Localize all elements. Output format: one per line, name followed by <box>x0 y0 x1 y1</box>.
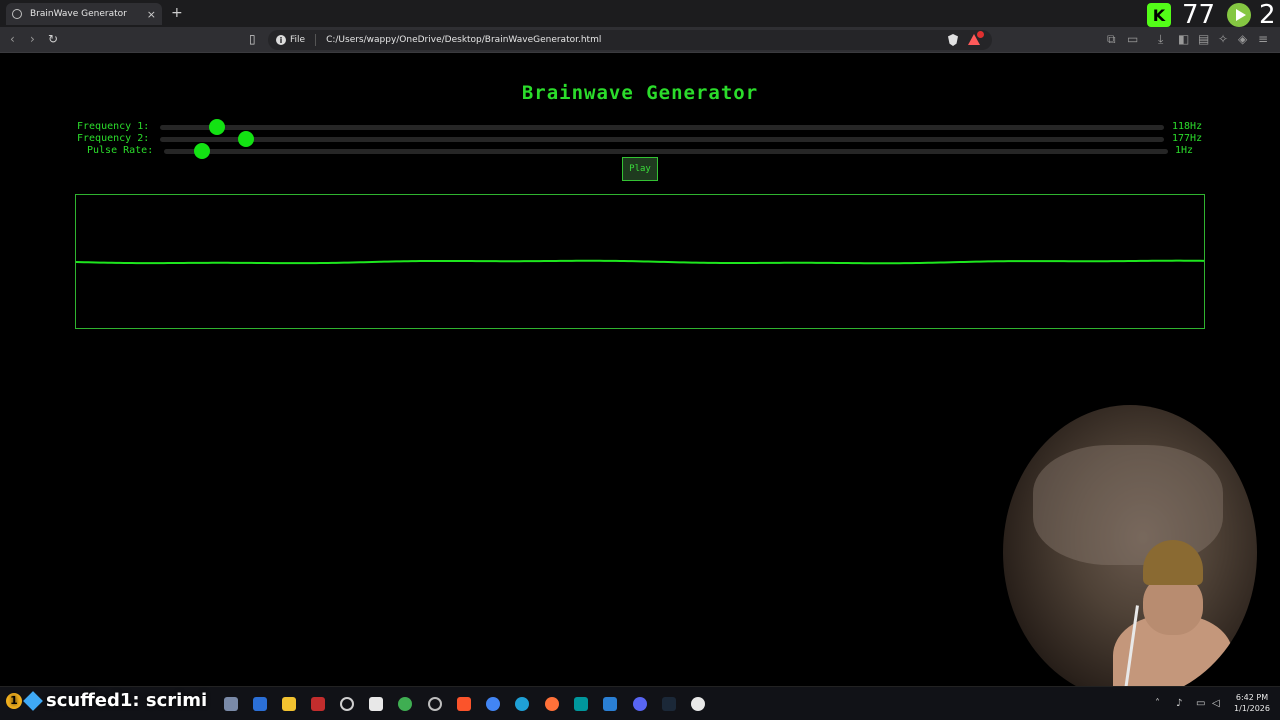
taskbar-app-icon[interactable] <box>253 697 267 711</box>
frequency-2-row: Frequency 2: 177Hz <box>0 131 1280 147</box>
taskbar-app-icon[interactable] <box>224 697 238 711</box>
frequency-1-label: Frequency 1: <box>77 121 150 132</box>
menu-icon[interactable]: ≡ <box>1258 32 1268 46</box>
webcam-background <box>1033 445 1223 565</box>
pulse-rate-label: Pulse Rate: <box>87 145 154 156</box>
downloads-icon[interactable]: ⤓ <box>1158 32 1163 47</box>
tray-overflow-icon[interactable]: ˄ <box>1155 698 1160 709</box>
stream-overlay-text: scuffed1: scrimi <box>46 690 208 711</box>
page-content: Brainwave Generator Frequency 1: 118Hz Fre… <box>0 54 1280 700</box>
kick-viewer-count: 77 <box>1182 0 1216 30</box>
page-title: Brainwave Generator <box>521 82 759 104</box>
frequency-2-slider[interactable] <box>160 131 1164 147</box>
kick-logo-icon: K <box>1147 3 1171 27</box>
back-icon[interactable]: ‹ <box>10 32 15 46</box>
shields-icon[interactable] <box>948 34 958 46</box>
clock-date: 1/1/2026 <box>1234 704 1270 713</box>
rumble-viewer-count: 2 <box>1259 0 1276 30</box>
stream-overlay-name: 1 scuffed1: scrimi <box>6 690 207 711</box>
taskbar-app-icon[interactable] <box>398 697 412 711</box>
firefox-icon[interactable] <box>545 697 559 711</box>
new-tab-button[interactable]: + <box>171 5 183 21</box>
bookmark-icon[interactable]: ▯ <box>249 32 256 46</box>
browser-tab-strip: BrainWave Generator × + K 77 2 <box>0 0 1280 30</box>
leo-ai-icon[interactable]: ✧ <box>1218 32 1228 46</box>
browser-toolbar: ‹ › ↻ ▯ i File C:/Users/wappy/OneDrive/D… <box>0 27 1280 53</box>
taskbar-app-icon[interactable] <box>691 697 705 711</box>
pulse-rate-value: 1Hz <box>1175 145 1194 156</box>
vscode-icon[interactable] <box>603 697 617 711</box>
url-path: C:/Users/wappy/OneDrive/Desktop/BrainWav… <box>326 35 602 45</box>
system-clock[interactable]: 6:42 PM 1/1/2026 <box>1228 692 1276 714</box>
browser-tab[interactable]: BrainWave Generator × <box>6 3 162 25</box>
steam-icon[interactable] <box>662 697 676 711</box>
taskbar-app-icon[interactable] <box>428 697 442 711</box>
microphone-icon[interactable]: ♪ <box>1176 698 1182 709</box>
pulse-rate-slider[interactable] <box>164 143 1168 159</box>
vpn-icon[interactable]: ◈ <box>1238 32 1247 46</box>
forward-icon[interactable]: › <box>30 32 35 46</box>
taskbar: 1 scuffed1: scrimi ˄ ♪ ▭ ◁ 6:42 PM 1/1/2… <box>0 686 1280 720</box>
rumble-logo-icon <box>1227 3 1251 27</box>
frequency-1-slider[interactable] <box>160 119 1164 135</box>
extensions-icon[interactable]: ⧉ <box>1107 32 1116 47</box>
wallet-icon[interactable]: ▭ <box>1127 32 1138 46</box>
taskbar-app-icon[interactable] <box>311 697 325 711</box>
frequency-1-row: Frequency 1: 118Hz <box>0 119 1280 135</box>
wallet-card-icon[interactable]: ▤ <box>1198 32 1209 46</box>
url-divider <box>315 34 317 46</box>
frequency-2-value: 177Hz <box>1172 133 1203 144</box>
webcam-overlay <box>1003 405 1257 700</box>
discord-icon[interactable] <box>633 697 647 711</box>
file-explorer-icon[interactable] <box>282 697 296 711</box>
arduino-icon[interactable] <box>574 697 588 711</box>
reload-icon[interactable]: ↻ <box>48 32 58 46</box>
waveform-display <box>75 194 1205 329</box>
pulse-rate-row: Pulse Rate: 1Hz <box>0 143 1280 159</box>
rank-badge-icon: 1 <box>6 692 22 709</box>
taskbar-app-icon[interactable] <box>340 697 354 711</box>
close-tab-button[interactable]: × <box>147 8 156 21</box>
site-info-icon[interactable]: i <box>276 35 286 45</box>
brave-icon[interactable] <box>457 697 471 711</box>
network-icon[interactable]: ▭ <box>1196 698 1205 709</box>
waveform-canvas <box>76 259 1205 265</box>
tab-title: BrainWave Generator <box>30 9 127 19</box>
rewards-badge <box>977 31 984 38</box>
capcut-icon[interactable] <box>369 697 383 711</box>
pulse-rate-slider-thumb[interactable] <box>194 143 211 159</box>
address-bar[interactable]: i File C:/Users/wappy/OneDrive/Desktop/B… <box>268 30 992 50</box>
clock-time: 6:42 PM <box>1235 693 1269 702</box>
volume-icon[interactable]: ◁ <box>1212 698 1220 709</box>
waveform-line <box>76 259 1205 265</box>
chrome-icon[interactable] <box>486 697 500 711</box>
edge-icon[interactable] <box>515 697 529 711</box>
sidebar-icon[interactable]: ◧ <box>1178 32 1189 46</box>
frequency-2-label: Frequency 2: <box>77 133 150 144</box>
globe-icon <box>12 9 22 19</box>
frequency-1-value: 118Hz <box>1172 121 1203 132</box>
url-scheme: File <box>290 35 306 45</box>
cube-icon <box>23 690 43 711</box>
play-button[interactable]: Play <box>622 157 658 181</box>
